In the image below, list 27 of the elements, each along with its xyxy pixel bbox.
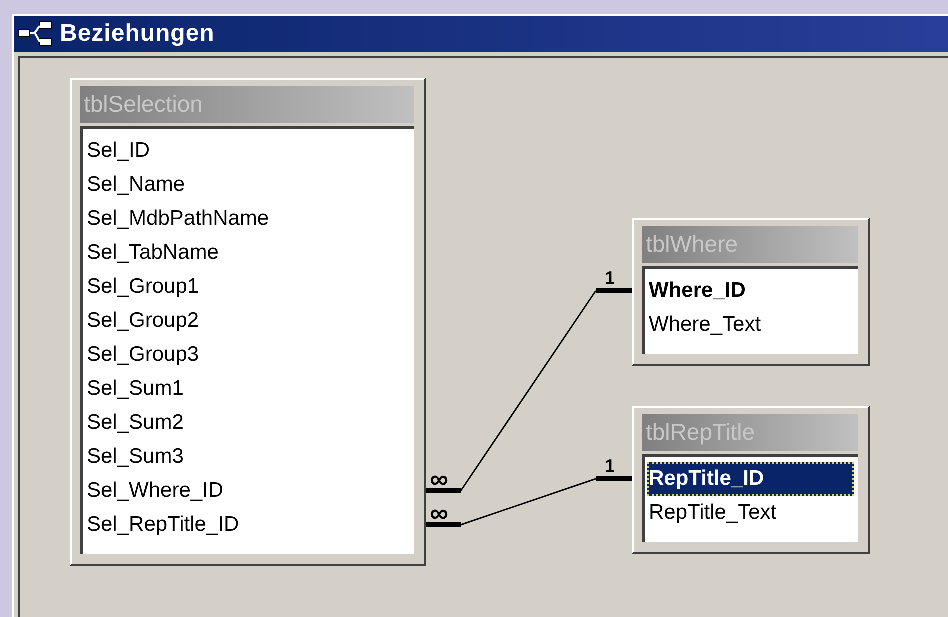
field-item[interactable]: Sel_Group1 xyxy=(85,270,410,304)
field-item[interactable]: Where_Text xyxy=(647,308,854,342)
field-item[interactable]: Sel_TabName xyxy=(85,236,410,270)
field-item[interactable]: Sel_ID xyxy=(85,134,410,168)
field-item[interactable]: Sel_MdbPathName xyxy=(85,202,410,236)
many-label: ∞ xyxy=(430,469,449,489)
relationship-line[interactable] xyxy=(426,288,632,494)
field-item[interactable]: Sel_Name xyxy=(85,168,410,202)
relationship-line[interactable] xyxy=(426,476,632,528)
field-item[interactable]: RepTitle_ID xyxy=(647,462,854,496)
field-item[interactable]: Sel_Sum2 xyxy=(85,406,410,440)
relationships-icon xyxy=(18,21,54,47)
field-item[interactable]: Sel_Group2 xyxy=(85,304,410,338)
field-item[interactable]: Sel_Sum3 xyxy=(85,440,410,474)
table-window[interactable]: tblSelection Sel_ID Sel_Name Sel_MdbPathName Sel_TabName Sel_Group1 Sel_Group2 Sel_Group3 Sel_Sum1 Sel_Sum2 Sel_Sum3 Sel_Where_ID Sel_RepTitle_ID xyxy=(70,78,426,566)
field-item[interactable]: Sel_Sum1 xyxy=(85,372,410,406)
field-item[interactable]: Where_ID xyxy=(647,274,854,308)
one-label: 1 xyxy=(605,457,616,475)
field-item[interactable]: Sel_Group3 xyxy=(85,338,410,372)
field-item[interactable]: Sel_Where_ID xyxy=(85,474,410,508)
one-label: 1 xyxy=(605,269,616,287)
table-window[interactable]: tblWhere Where_ID Where_Text xyxy=(632,218,870,366)
field-item[interactable]: Sel_RepTitle_ID xyxy=(85,508,410,542)
window-title: Beziehungen xyxy=(60,20,215,48)
many-label: ∞ xyxy=(430,503,449,523)
field-item[interactable]: RepTitle_Text xyxy=(647,496,854,530)
table-window[interactable]: tblRepTitle RepTitle_ID RepTitle_Text xyxy=(632,406,870,554)
